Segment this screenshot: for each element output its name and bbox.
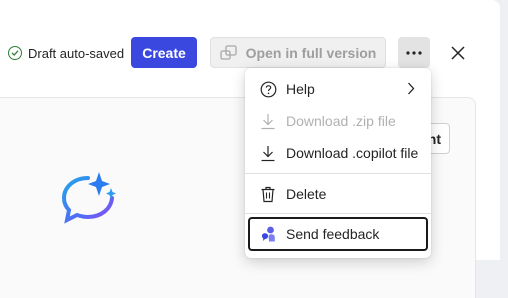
- more-options-menu: Help Download .zip file Download .copilo…: [245, 68, 431, 258]
- menu-item-help-label: Help: [286, 81, 315, 97]
- copilot-logo-icon: [61, 172, 116, 224]
- feedback-icon: [259, 225, 277, 243]
- open-external-icon: [220, 44, 237, 60]
- menu-item-delete-label: Delete: [286, 186, 327, 202]
- menu-item-download-copilot[interactable]: Download .copilot file: [249, 138, 427, 168]
- trash-icon: [259, 185, 277, 203]
- draft-status-label: Draft auto-saved: [28, 45, 125, 61]
- draft-status: Draft auto-saved: [8, 44, 124, 62]
- menu-item-help[interactable]: Help: [249, 74, 427, 104]
- menu-item-send-feedback-label: Send feedback: [286, 226, 380, 242]
- help-circle-icon: [259, 80, 277, 98]
- ellipsis-icon: [406, 50, 422, 55]
- more-options-button[interactable]: [398, 37, 430, 68]
- menu-item-download-zip[interactable]: Download .zip file: [249, 106, 427, 136]
- menu-item-send-feedback[interactable]: Send feedback: [248, 217, 428, 251]
- check-circle-icon: [8, 46, 22, 60]
- open-full-version-label: Open in full version: [245, 44, 377, 61]
- menu-item-download-zip-label: Download .zip file: [286, 113, 396, 129]
- open-full-version-button[interactable]: Open in full version: [210, 37, 386, 68]
- close-icon: [451, 45, 465, 60]
- menu-divider: [245, 213, 431, 214]
- close-button[interactable]: [445, 37, 471, 68]
- download-icon: [259, 144, 277, 162]
- create-button[interactable]: Create: [131, 37, 197, 68]
- menu-divider: [245, 173, 431, 174]
- download-icon: [259, 112, 277, 130]
- menu-item-delete[interactable]: Delete: [249, 179, 427, 209]
- chevron-right-icon: [408, 82, 415, 95]
- menu-item-download-copilot-label: Download .copilot file: [286, 145, 419, 161]
